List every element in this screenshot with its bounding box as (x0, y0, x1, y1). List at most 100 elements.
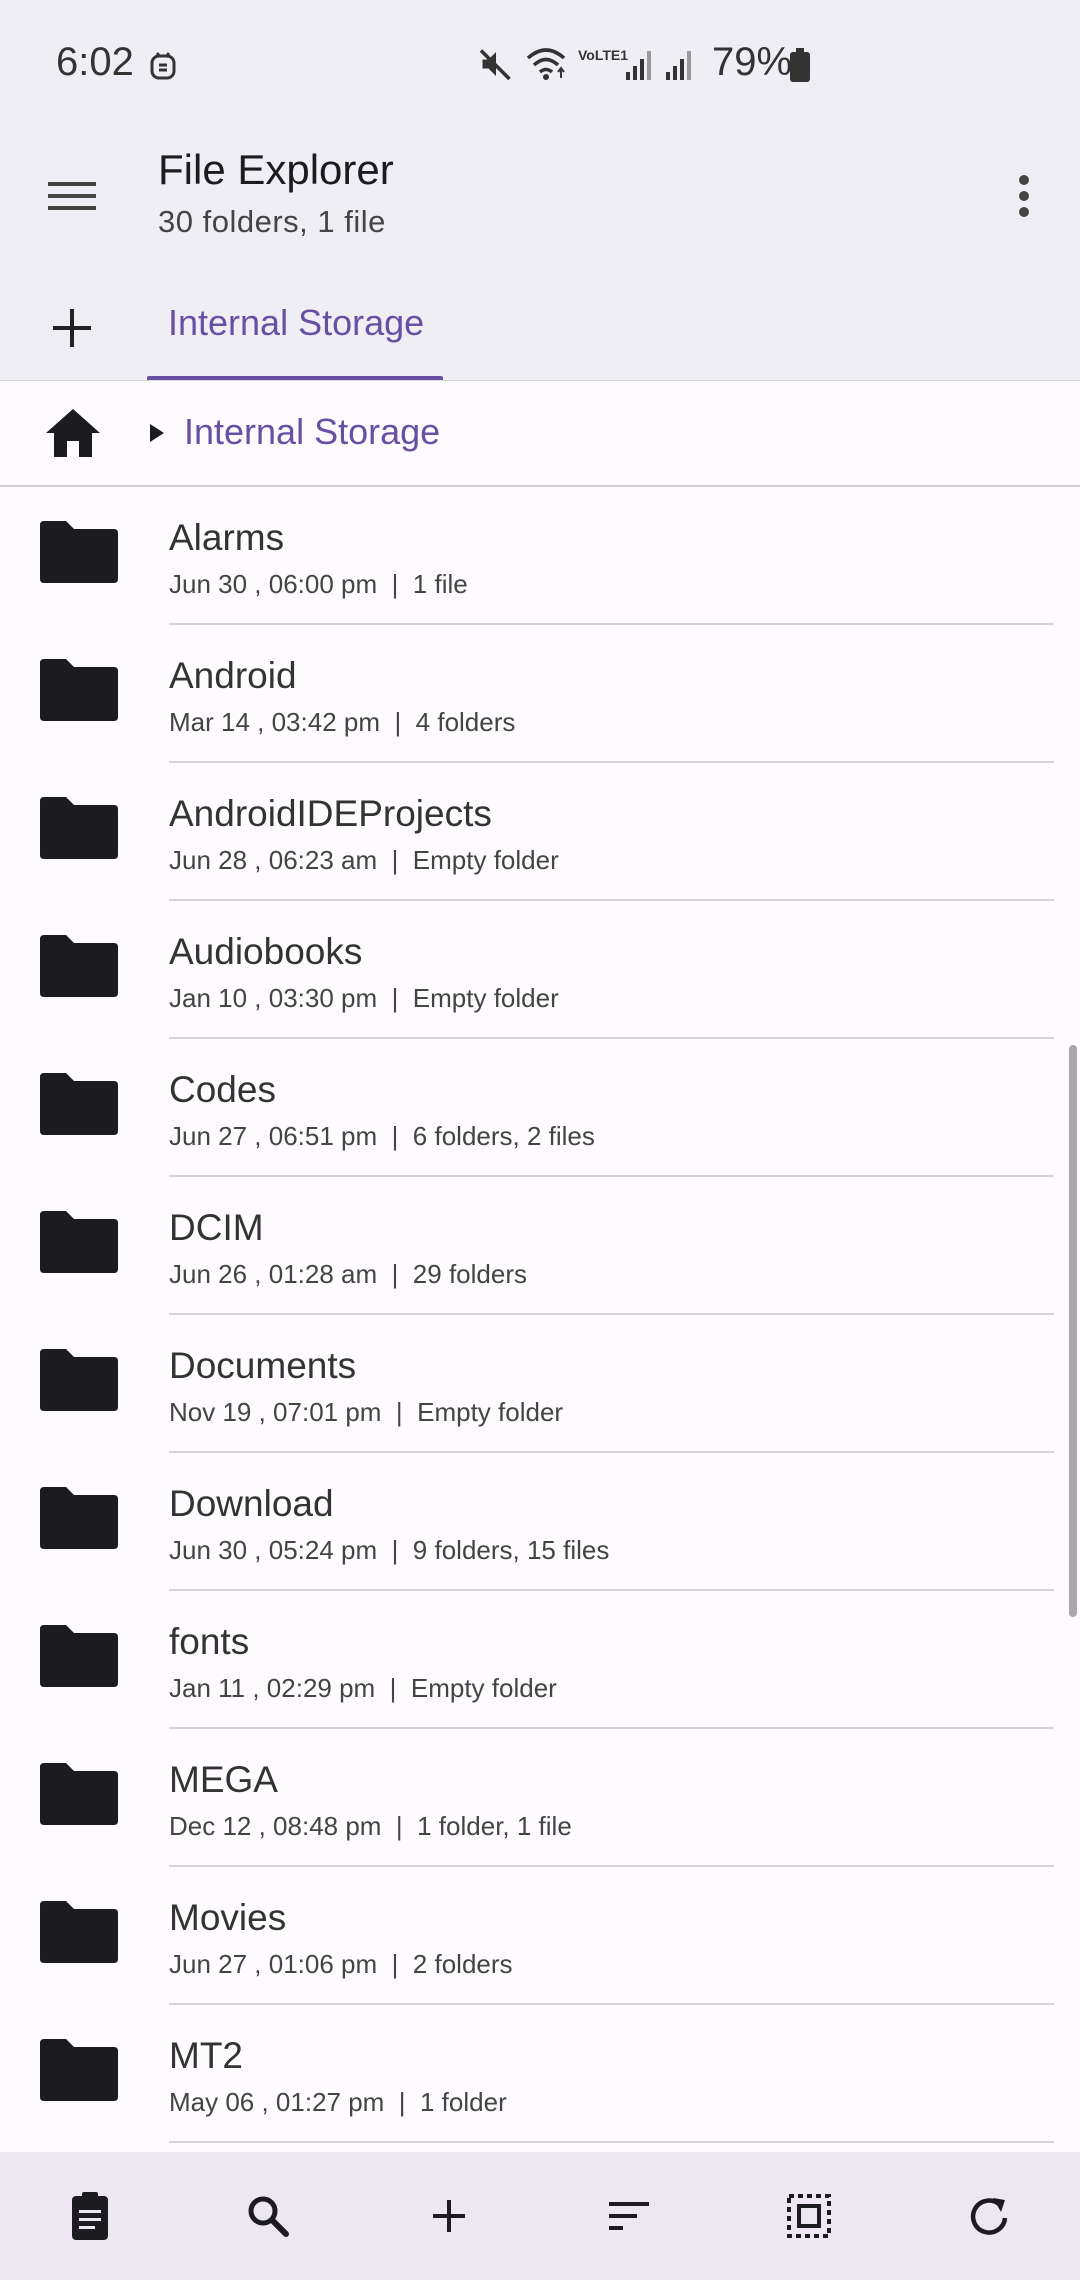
list-item[interactable]: Android Mar 14 , 03:42 pm | 4 folders (0, 625, 1080, 763)
add-tab-button[interactable] (36, 292, 108, 364)
search-button[interactable] (228, 2176, 308, 2256)
tab-bar: Internal Storage (0, 280, 1080, 381)
signal-icon (624, 48, 654, 82)
clipboard-icon (66, 2190, 114, 2242)
tab-internal-storage[interactable]: Internal Storage (147, 280, 443, 380)
breadcrumb-arrow-icon (148, 423, 166, 443)
list-item[interactable]: Movies Jun 27 , 01:06 pm | 2 folders (0, 1867, 1080, 2005)
folder-icon (36, 1207, 120, 1277)
sort-icon (605, 2196, 653, 2236)
file-name: MT2 (169, 2035, 243, 2076)
status-bar: 6:02 VoLTE1 79% (0, 0, 1080, 130)
tab-label: Internal Storage (168, 302, 425, 343)
search-icon (244, 2192, 292, 2240)
battery-percent: 79% (712, 40, 793, 84)
list-item[interactable]: Audiobooks Jan 10 , 03:30 pm | Empty fol… (0, 901, 1080, 1039)
battery-icon (788, 47, 812, 83)
list-item[interactable]: AndroidIDEProjects Jun 28 , 06:23 am | E… (0, 763, 1080, 901)
file-date: Jun 26 , 01:28 am (169, 1259, 378, 1289)
menu-button[interactable] (36, 160, 108, 232)
file-meta: Jun 26 , 01:28 am | 29 folders (169, 1259, 527, 1289)
list-item[interactable]: MEGA Dec 12 , 08:48 pm | 1 folder, 1 fil… (0, 1729, 1080, 1867)
file-date: Nov 19 , 07:01 pm (169, 1397, 382, 1427)
file-info: 4 folders (415, 707, 516, 737)
bottom-toolbar (0, 2152, 1080, 2280)
file-meta: May 06 , 01:27 pm | 1 folder (169, 2087, 507, 2117)
scrollbar-thumb[interactable] (1069, 1045, 1077, 1617)
file-info: Empty folder (417, 1397, 564, 1427)
file-name: MEGA (169, 1759, 278, 1800)
file-date: Dec 12 , 08:48 pm (169, 1811, 382, 1841)
refresh-button[interactable] (949, 2176, 1029, 2256)
folder-icon (36, 1897, 120, 1967)
file-meta: Jun 30 , 06:00 pm | 1 file (169, 569, 468, 599)
file-meta: Jun 30 , 05:24 pm | 9 folders, 15 files (169, 1535, 610, 1565)
file-name: Documents (169, 1345, 357, 1386)
select-all-icon (785, 2192, 833, 2240)
file-name: Codes (169, 1069, 276, 1110)
file-meta: Dec 12 , 08:48 pm | 1 folder, 1 file (169, 1811, 572, 1841)
file-meta: Jan 10 , 03:30 pm | Empty folder (169, 983, 559, 1013)
file-info: Empty folder (410, 1673, 557, 1703)
more-options-button[interactable] (1000, 160, 1048, 232)
file-name: DCIM (169, 1207, 264, 1248)
file-info: 1 file (412, 569, 468, 599)
select-all-button[interactable] (769, 2176, 849, 2256)
file-list[interactable]: Alarms Jun 30 , 06:00 pm | 1 file Androi… (0, 487, 1080, 2152)
tab-indicator (147, 376, 443, 380)
file-date: Jun 27 , 06:51 pm (169, 1121, 378, 1151)
file-date: Jan 10 , 03:30 pm (169, 983, 378, 1013)
folder-icon (36, 1069, 120, 1139)
folder-icon (36, 793, 120, 863)
list-item[interactable]: Download Jun 30 , 05:24 pm | 9 folders, … (0, 1453, 1080, 1591)
wifi-icon (524, 46, 568, 82)
folder-icon (36, 517, 120, 587)
list-item[interactable]: MT2 May 06 , 01:27 pm | 1 folder (0, 2005, 1080, 2143)
page-title: File Explorer (158, 146, 394, 193)
file-name: Movies (169, 1897, 287, 1938)
file-meta: Mar 14 , 03:42 pm | 4 folders (169, 707, 516, 737)
file-info: 9 folders, 15 files (412, 1535, 610, 1565)
list-item[interactable]: Documents Nov 19 , 07:01 pm | Empty fold… (0, 1315, 1080, 1453)
more-vert-icon (1000, 160, 1048, 232)
mute-icon (478, 46, 514, 82)
list-item[interactable]: Alarms Jun 30 , 06:00 pm | 1 file (0, 487, 1080, 625)
file-info: 1 folder, 1 file (417, 1811, 572, 1841)
menu-icon (36, 160, 108, 232)
file-info: Empty folder (412, 845, 559, 875)
status-time: 6:02 (56, 40, 134, 84)
sort-button[interactable] (589, 2176, 669, 2256)
home-icon (40, 403, 106, 465)
list-item[interactable]: Codes Jun 27 , 06:51 pm | 6 folders, 2 f… (0, 1039, 1080, 1177)
file-info: Empty folder (412, 983, 559, 1013)
file-info: 29 folders (412, 1259, 527, 1289)
file-name: Download (169, 1483, 334, 1524)
file-meta: Jun 27 , 06:51 pm | 6 folders, 2 files (169, 1121, 595, 1151)
file-info: 6 folders, 2 files (412, 1121, 595, 1151)
folder-icon (36, 1483, 120, 1553)
file-date: Jun 27 , 01:06 pm (169, 1949, 378, 1979)
file-info: 1 folder (420, 2087, 507, 2117)
plus-icon (36, 292, 108, 364)
folder-icon (36, 655, 120, 725)
file-meta: Nov 19 , 07:01 pm | Empty folder (169, 1397, 564, 1427)
folder-icon (36, 1759, 120, 1829)
signal-icon (664, 48, 694, 82)
list-item[interactable]: DCIM Jun 26 , 01:28 am | 29 folders (0, 1177, 1080, 1315)
volte-icon: VoLTE1 (578, 47, 629, 63)
add-button[interactable] (409, 2176, 489, 2256)
file-date: Mar 14 , 03:42 pm (169, 707, 380, 737)
breadcrumb-item-internal-storage[interactable]: Internal Storage (184, 411, 440, 453)
home-button[interactable] (40, 403, 106, 465)
file-name: Alarms (169, 517, 285, 558)
file-meta: Jan 11 , 02:29 pm | Empty folder (169, 1673, 557, 1703)
list-item[interactable]: fonts Jan 11 , 02:29 pm | Empty folder (0, 1591, 1080, 1729)
file-info: 2 folders (412, 1949, 513, 1979)
add-icon (427, 2194, 471, 2238)
clipboard-button[interactable] (50, 2176, 130, 2256)
file-name: Audiobooks (169, 931, 363, 972)
folder-icon (36, 931, 120, 1001)
file-date: Jan 11 , 02:29 pm (169, 1673, 376, 1703)
debug-badge-icon (148, 50, 178, 82)
file-meta: Jun 27 , 01:06 pm | 2 folders (169, 1949, 513, 1979)
